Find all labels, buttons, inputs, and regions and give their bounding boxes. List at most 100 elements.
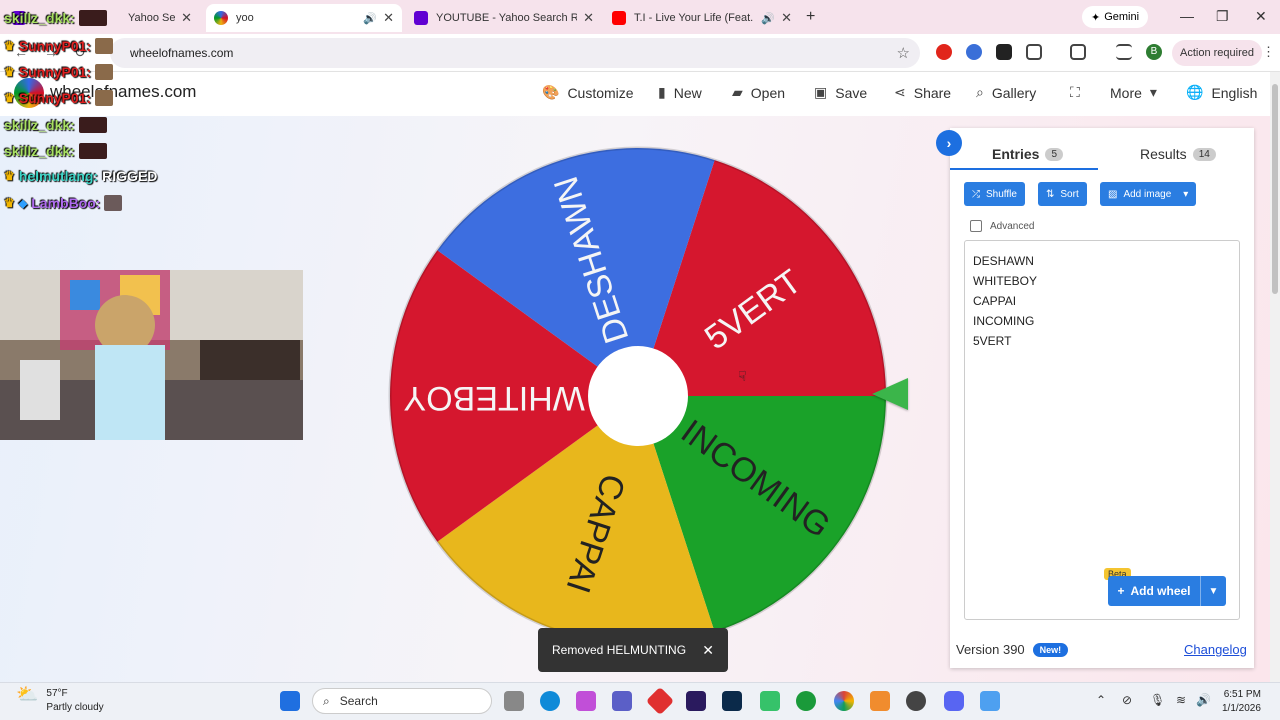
- action-required-button[interactable]: Action required: [1172, 40, 1262, 66]
- taskbar-search[interactable]: ⌕ Search: [312, 688, 492, 714]
- more-menu-icon[interactable]: ⋮: [1262, 44, 1275, 60]
- chrome-icon[interactable]: [834, 691, 854, 711]
- wheel-graphic[interactable]: 5VERTINCOMINGCAPPAIWHITEBOYDESHAWN: [388, 146, 888, 646]
- badge-icon: ◆: [18, 197, 28, 210]
- entry-line: WHITEBOY: [973, 274, 1038, 288]
- close-window-button[interactable]: ✕: [1255, 8, 1267, 25]
- weather-cloud-icon: ⛅: [16, 684, 39, 704]
- windows-start-icon[interactable]: [280, 691, 300, 711]
- spin-wheel[interactable]: 5VERT INCOMING CAPPAI WHITEBOY DESHAWN: [388, 146, 888, 646]
- new-tab-button[interactable]: +: [806, 8, 815, 26]
- shuffle-button[interactable]: ⤮ Shuffle: [964, 182, 1025, 206]
- entry-line: CAPPAI: [973, 294, 1017, 308]
- share-button[interactable]: ⋖ Share: [894, 84, 951, 101]
- tab-search-icon[interactable]: [1070, 44, 1086, 60]
- add-wheel-dropdown[interactable]: ▼: [1200, 576, 1226, 606]
- app-icon[interactable]: [645, 686, 675, 716]
- obs-icon[interactable]: [906, 691, 926, 711]
- image-icon: ▨: [1108, 188, 1118, 200]
- yahoo-icon: [414, 11, 428, 25]
- copilot-icon[interactable]: [576, 691, 596, 711]
- browser-tab-bar: Yahoo Searc ✕ yoo 🔊 ✕ YOUTUBE - Yahoo Se…: [0, 0, 1280, 34]
- youtube-icon: [612, 11, 626, 25]
- cursor-icon: ☟: [738, 368, 747, 384]
- puzzle-icon[interactable]: [1026, 44, 1042, 60]
- customize-button[interactable]: 🎨 Customize: [542, 84, 634, 101]
- speaker-icon[interactable]: 🔊: [761, 12, 775, 25]
- weather-widget[interactable]: ⛅ 57°F Partly cloudy: [16, 684, 104, 715]
- entries-textarea[interactable]: DESHAWN WHITEBOY CAPPAI INCOMING 5VERT: [964, 240, 1240, 620]
- chevron-down-icon: ▾: [1183, 188, 1189, 200]
- teams-icon[interactable]: [612, 691, 632, 711]
- close-icon[interactable]: ✕: [583, 10, 594, 26]
- page-scrollbar[interactable]: [1270, 72, 1280, 682]
- microphone-icon[interactable]: 🎙: [1150, 693, 1165, 707]
- photoshop-icon[interactable]: [722, 691, 742, 711]
- restore-button[interactable]: ❐: [1216, 8, 1229, 25]
- minimize-button[interactable]: —: [1180, 8, 1194, 24]
- chrome-profile-icon[interactable]: [796, 691, 816, 711]
- more-button[interactable]: More ▾: [1110, 84, 1157, 101]
- entry-line: 5VERT: [973, 334, 1012, 348]
- collapse-panel-button[interactable]: ›: [936, 130, 962, 156]
- speaker-icon[interactable]: 🔊: [363, 12, 377, 25]
- advanced-toggle[interactable]: Advanced: [970, 220, 1034, 232]
- close-icon[interactable]: ✕: [781, 10, 792, 26]
- active-tab-indicator: [950, 168, 1098, 170]
- opera-extension-icon[interactable]: [936, 44, 952, 60]
- language-button[interactable]: 🌐 English: [1186, 84, 1257, 101]
- app-icon[interactable]: [760, 691, 780, 711]
- edge-icon[interactable]: [540, 691, 560, 711]
- notepad-icon[interactable]: [980, 691, 1000, 711]
- chat-line: skillz_dkk:: [4, 117, 107, 133]
- discord-icon[interactable]: [944, 691, 964, 711]
- app-icon[interactable]: [870, 691, 890, 711]
- sparkle-icon: ✦: [1090, 11, 1101, 24]
- fullscreen-button[interactable]: ⛶: [1070, 84, 1080, 101]
- chevron-up-icon[interactable]: ⌃: [1096, 693, 1106, 707]
- volume-icon[interactable]: 🔊: [1196, 693, 1211, 707]
- save-button[interactable]: ▣ Save: [814, 84, 867, 101]
- extension-icon[interactable]: [966, 44, 982, 60]
- emote-icon: [78, 117, 107, 133]
- tab-yoo[interactable]: yoo 🔊 ✕: [206, 4, 402, 32]
- version-info: Version 390 New!: [956, 642, 1069, 657]
- close-icon[interactable]: ✕: [383, 10, 394, 26]
- system-clock[interactable]: 6:51 PM 1/1/2026: [1222, 688, 1261, 716]
- new-button[interactable]: ▮ New: [658, 84, 702, 101]
- open-button[interactable]: ▰ Open: [732, 84, 785, 101]
- tab-entries[interactable]: Entries 5: [992, 146, 1064, 162]
- results-count-badge: 14: [1192, 147, 1216, 161]
- tab-youtube-search[interactable]: YOUTUBE - Yahoo Search Resul ✕: [406, 4, 602, 32]
- add-image-button[interactable]: ▨ Add image ▾: [1100, 182, 1197, 206]
- close-icon[interactable]: ✕: [702, 642, 714, 659]
- gemini-button[interactable]: ✦ Gemini: [1082, 6, 1148, 28]
- sort-button[interactable]: ⇅ Sort: [1038, 182, 1087, 206]
- crown-icon: ♛: [4, 39, 15, 53]
- extension-icon[interactable]: [996, 44, 1012, 60]
- changelog-link[interactable]: Changelog: [1184, 642, 1247, 657]
- address-bar[interactable]: wheelofnames.com ☆: [110, 38, 920, 68]
- add-wheel-button[interactable]: + Add wheel ▼: [1108, 576, 1226, 606]
- media-control-icon[interactable]: [1116, 44, 1132, 60]
- entries-count-badge: 5: [1045, 147, 1064, 161]
- toast-notification: Removed HELMUNTING ✕: [538, 628, 728, 672]
- wifi-icon[interactable]: ≋: [1176, 693, 1186, 707]
- tab-youtube-video[interactable]: T.I - Live Your Life (Feat. Rih 🔊 ✕: [604, 4, 800, 32]
- wheel-center-hub[interactable]: [588, 346, 688, 446]
- network-off-icon[interactable]: ⊘: [1122, 693, 1132, 707]
- bookmark-star-icon[interactable]: ☆: [897, 44, 910, 62]
- task-view-icon[interactable]: [504, 691, 524, 711]
- profile-avatar[interactable]: B: [1146, 44, 1162, 60]
- windows-taskbar: ⛅ 57°F Partly cloudy ⌕ Search ⌃ ⊘ 🎙 ≋ 🔊 …: [0, 682, 1280, 720]
- premiere-icon[interactable]: [686, 691, 706, 711]
- advanced-checkbox[interactable]: [970, 220, 982, 232]
- shuffle-icon: ⤮: [972, 188, 980, 200]
- scroll-thumb[interactable]: [1272, 84, 1278, 294]
- gallery-button[interactable]: ⌕ Gallery: [976, 84, 1036, 101]
- wheel-pointer: [872, 378, 908, 410]
- emote-icon: [78, 143, 107, 159]
- tab-results[interactable]: Results 14: [1140, 146, 1216, 162]
- search-icon: ⌕: [323, 693, 330, 708]
- close-icon[interactable]: ✕: [181, 10, 192, 26]
